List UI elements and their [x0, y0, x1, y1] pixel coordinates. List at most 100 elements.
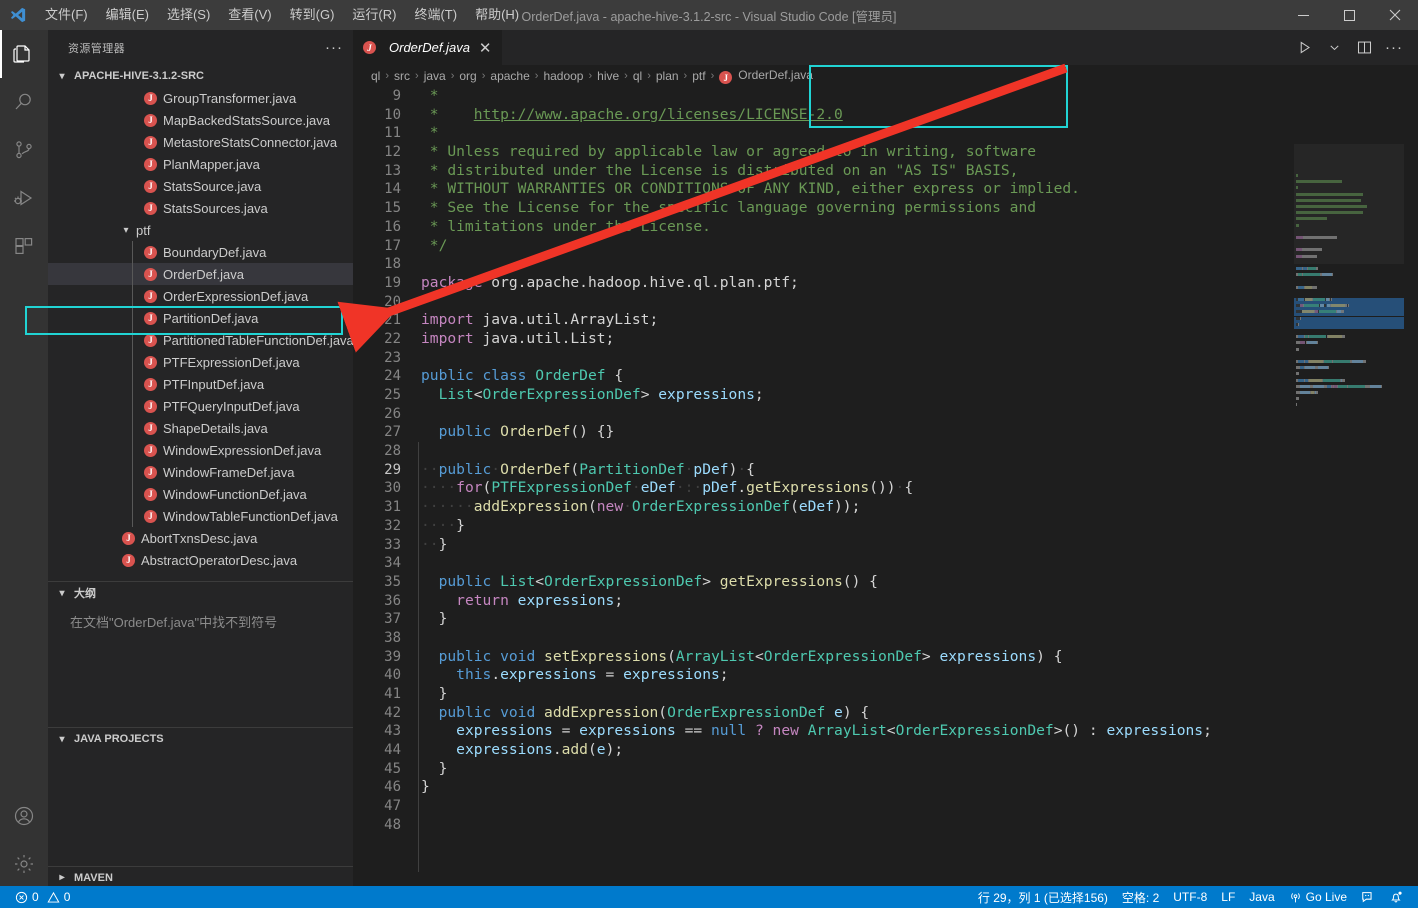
file-tree-row[interactable]: ▾ ptf — [48, 219, 353, 241]
breadcrumb-item[interactable]: ql — [371, 69, 380, 83]
minimap-token — [1299, 316, 1301, 320]
breadcrumb-item[interactable]: ql — [633, 69, 642, 83]
minimap-token — [1304, 366, 1316, 370]
chevron-down-icon[interactable] — [1320, 33, 1348, 63]
file-tree-row[interactable]: J WindowExpressionDef.java — [48, 439, 353, 461]
explorer-icon[interactable] — [0, 30, 48, 78]
code-token: List — [500, 572, 536, 590]
menu-item-help[interactable]: 帮助(H) — [466, 0, 528, 30]
file-tree-row[interactable]: J StatsSources.java — [48, 197, 353, 219]
code-token: OrderDef — [535, 367, 606, 385]
file-tree-row[interactable]: J PartitionedTableFunctionDef.java — [48, 329, 353, 351]
code-token: setExpressions — [544, 647, 668, 665]
breadcrumb-item[interactable]: hadoop — [543, 69, 583, 83]
minimap-slider[interactable] — [1294, 144, 1404, 264]
breadcrumb-item[interactable]: apache — [490, 69, 529, 83]
menu-item-view[interactable]: 查看(V) — [219, 0, 280, 30]
code-token: OrderDef — [500, 460, 571, 478]
java-file-icon: J — [363, 41, 376, 54]
file-tree-row[interactable]: J WindowTableFunctionDef.java — [48, 505, 353, 527]
line-number: 47 — [384, 798, 401, 815]
code-editor[interactable]: 9 10 11 12 13 14 15 16 17 18 19 20 21 22 23 24 25 26 27 28 2… — [353, 87, 1418, 888]
minimap-token — [1296, 217, 1328, 221]
file-tree-row[interactable]: J OrderExpressionDef.java — [48, 285, 353, 307]
file-tree-row[interactable]: J WindowFrameDef.java — [48, 461, 353, 483]
code-token: ) { — [1036, 647, 1063, 665]
minimap-token — [1296, 211, 1363, 215]
tab-orderdef-java[interactable]: J OrderDef.java ✕ — [353, 30, 503, 65]
breadcrumb-item[interactable]: J OrderDef.java — [719, 68, 813, 85]
file-tree-label: ShapeDetails.java — [163, 420, 268, 436]
run-debug-icon[interactable] — [0, 174, 48, 222]
breadcrumb-item[interactable]: java — [424, 69, 446, 83]
breadcrumb-item[interactable]: ptf — [692, 69, 705, 83]
file-tree-row[interactable]: J ShapeDetails.java — [48, 417, 353, 439]
breadcrumb-item[interactable]: src — [394, 69, 410, 83]
file-tree-row[interactable]: J StatsSource.java — [48, 175, 353, 197]
go-live-status[interactable]: Go Live — [1282, 886, 1354, 908]
file-tree-row[interactable]: J GroupTransformer.java — [48, 87, 353, 109]
code-token: } — [438, 535, 448, 553]
breadcrumb-label: ql — [371, 69, 381, 83]
file-tree-row[interactable]: J AbortTxnsDesc.java — [48, 527, 353, 549]
cursor-position-status[interactable]: 行 29，列 1 (已选择156) — [971, 886, 1115, 908]
indentation-status[interactable]: 空格: 2 — [1115, 886, 1166, 908]
split-editor-icon[interactable] — [1350, 33, 1378, 63]
sidebar-more-actions-icon[interactable]: ··· — [325, 39, 343, 56]
file-tree-row[interactable]: J AbstractOperatorDesc.java — [48, 549, 353, 571]
notifications-status[interactable] — [1382, 886, 1410, 908]
file-tree-row[interactable]: J WindowFunctionDef.java — [48, 483, 353, 505]
run-icon[interactable] — [1290, 33, 1318, 63]
feedback-status[interactable] — [1354, 886, 1382, 908]
menu-item-go[interactable]: 转到(G) — [281, 0, 344, 30]
file-tree-row[interactable]: J PartitionDef.java — [48, 307, 353, 329]
source-control-icon[interactable] — [0, 126, 48, 174]
search-icon[interactable] — [0, 78, 48, 126]
settings-gear-icon[interactable] — [0, 840, 48, 888]
encoding-status[interactable]: UTF-8 — [1166, 886, 1214, 908]
menu-item-selection[interactable]: 选择(S) — [158, 0, 219, 30]
file-tree-row[interactable]: J MapBackedStatsSource.java — [48, 109, 353, 131]
maximize-button[interactable] — [1326, 0, 1372, 30]
indent-guide — [132, 439, 133, 461]
account-icon[interactable] — [0, 792, 48, 840]
outline-pane-header[interactable]: ▾ 大纲 — [48, 582, 353, 604]
code-line: ··public·OrderDef(PartitionDef·pDef)·{ — [421, 461, 1418, 480]
minimap[interactable] — [1294, 144, 1404, 888]
code-line: return expressions; — [421, 592, 1418, 611]
language-mode-status[interactable]: Java — [1242, 886, 1281, 908]
breadcrumb-item[interactable]: plan — [656, 69, 679, 83]
workspace-root-row[interactable]: ▾ APACHE-HIVE-3.1.2-SRC — [48, 65, 353, 87]
file-tree-row[interactable]: J BoundaryDef.java — [48, 241, 353, 263]
more-actions-icon[interactable]: ··· — [1380, 33, 1408, 63]
menu-item-file[interactable]: 文件(F) — [36, 0, 97, 30]
menu-item-run[interactable]: 运行(R) — [343, 0, 405, 30]
file-tree-row[interactable]: J PTFQueryInputDef.java — [48, 395, 353, 417]
menu-item-edit[interactable]: 编辑(E) — [97, 0, 158, 30]
java-projects-pane-header[interactable]: ▾ JAVA PROJECTS — [48, 728, 353, 750]
problems-status[interactable]: 0 0 — [8, 886, 77, 908]
line-number: 28 — [384, 443, 401, 460]
file-tree-row[interactable]: J PTFExpressionDef.java — [48, 351, 353, 373]
menu-item-terminal[interactable]: 终端(T) — [405, 0, 466, 30]
close-button[interactable] — [1372, 0, 1418, 30]
maven-pane-header[interactable]: ▸ MAVEN — [48, 866, 353, 888]
file-tree-row[interactable]: J PlanMapper.java — [48, 153, 353, 175]
file-tree-row[interactable]: J MetastoreStatsConnector.java — [48, 131, 353, 153]
code-token: < — [886, 722, 896, 740]
code-token: ( — [482, 479, 492, 497]
minimize-button[interactable] — [1280, 0, 1326, 30]
minimap-token — [1348, 304, 1350, 308]
eol-status[interactable]: LF — [1214, 886, 1242, 908]
file-tree-row[interactable]: J OrderDef.java — [48, 263, 353, 285]
file-tree-row[interactable]: J PTFInputDef.java — [48, 373, 353, 395]
breadcrumb-item[interactable]: org — [459, 69, 476, 83]
breadcrumb-item[interactable]: hive — [597, 69, 619, 83]
extensions-icon[interactable] — [0, 222, 48, 270]
tab-close-icon[interactable]: ✕ — [479, 39, 492, 57]
indent-guide — [132, 505, 133, 527]
